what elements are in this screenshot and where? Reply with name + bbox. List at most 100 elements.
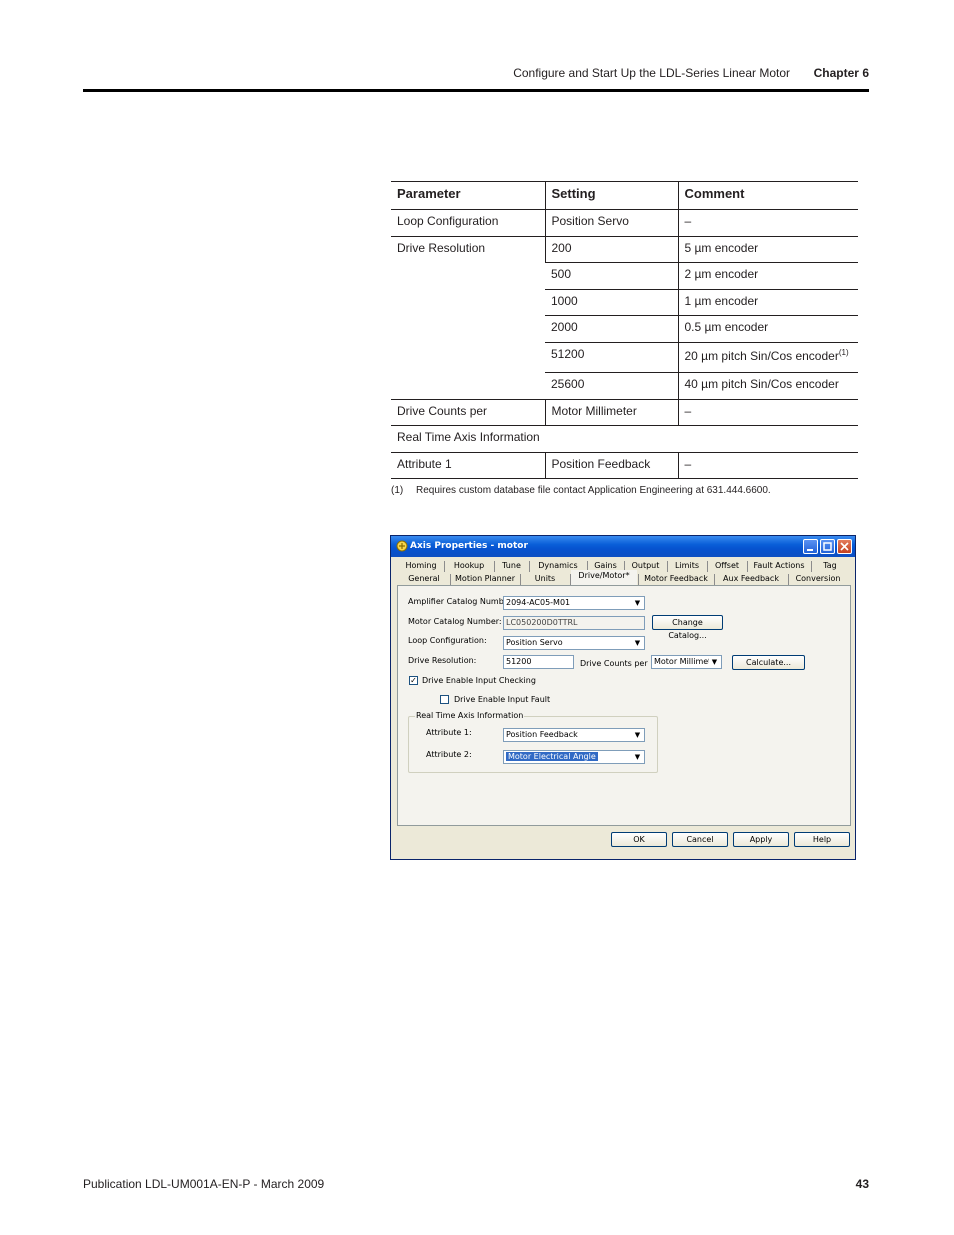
header-title: Configure and Start Up the LDL-Series Li… bbox=[513, 66, 790, 80]
axis-icon bbox=[396, 540, 408, 552]
close-icon bbox=[840, 542, 849, 551]
enable-checking-checkbox[interactable]: ✓ bbox=[409, 676, 418, 685]
table-row: Drive Resolution 200 5 µm encoder bbox=[391, 235, 858, 400]
table-cell: Position Servo bbox=[544, 209, 678, 237]
table-cell: Attribute 1 bbox=[391, 451, 545, 480]
maximize-icon bbox=[823, 542, 832, 551]
table-cell: 1 µm encoder bbox=[677, 288, 858, 316]
counts-label: Drive Counts per bbox=[580, 659, 648, 668]
table-row: Real Time Axis Information bbox=[391, 425, 858, 453]
table-cell: – bbox=[677, 451, 858, 480]
tab-limits[interactable]: Limits bbox=[668, 560, 706, 573]
tab-drive-motor[interactable]: Drive/Motor* bbox=[571, 570, 637, 586]
motor-value: LC050200D0TTRL bbox=[506, 618, 578, 627]
table-cell: 25600 bbox=[545, 371, 678, 400]
maximize-button[interactable] bbox=[820, 539, 835, 554]
table-header-cell: Parameter bbox=[391, 181, 545, 210]
dropdown-arrow-icon: ▼ bbox=[709, 657, 720, 667]
motor-catalog-field: LC050200D0TTRL bbox=[503, 616, 645, 630]
group-label: Real Time Axis Information bbox=[415, 711, 525, 720]
footnote-number: (1) bbox=[391, 485, 404, 496]
attribute2-label: Attribute 2: bbox=[426, 750, 472, 759]
table-cell: Drive Resolution bbox=[391, 235, 545, 400]
drive-counts-select[interactable]: Motor Millimeter ▼ bbox=[651, 655, 722, 669]
apply-button[interactable]: Apply bbox=[733, 832, 789, 847]
table-cell: 500 bbox=[545, 262, 678, 290]
check-icon: ✓ bbox=[410, 676, 417, 685]
table-cell: Position Feedback bbox=[544, 451, 678, 480]
tab-offset[interactable]: Offset bbox=[708, 560, 746, 573]
table-cell: 20 µm pitch Sin/Cos encoder(1) bbox=[677, 341, 858, 373]
dropdown-arrow-icon: ▼ bbox=[632, 752, 643, 762]
enable-fault-label: Drive Enable Input Fault bbox=[454, 695, 551, 704]
motor-label: Motor Catalog Number: bbox=[408, 617, 502, 626]
axis-properties-dialog: Axis Properties - motor Homing Hookup Tu… bbox=[390, 535, 856, 860]
minimize-button[interactable] bbox=[803, 539, 818, 554]
table-cell: Drive Counts per bbox=[391, 398, 545, 426]
footnote-text: Requires custom database file contact Ap… bbox=[416, 485, 771, 496]
table-header-cell: Comment bbox=[677, 181, 858, 210]
dropdown-arrow-icon: ▼ bbox=[632, 598, 643, 608]
tab-tag[interactable]: Tag bbox=[812, 560, 848, 573]
tab-hookup[interactable]: Hookup bbox=[445, 560, 493, 573]
table-cell: 2000 bbox=[545, 315, 678, 343]
table-section-cell: Real Time Axis Information bbox=[391, 425, 858, 453]
resolution-value: 51200 bbox=[506, 657, 532, 666]
dialog-title: Axis Properties - motor bbox=[410, 541, 528, 551]
enable-checking-label: Drive Enable Input Checking bbox=[422, 676, 536, 685]
ok-button[interactable]: OK bbox=[611, 832, 667, 847]
table-cell: 200 bbox=[544, 235, 678, 263]
table-cell: 40 µm pitch Sin/Cos encoder bbox=[677, 371, 858, 400]
drive-motor-panel: Amplifier Catalog Number: 2094-AC05-M01 … bbox=[397, 585, 851, 826]
table-row: Attribute 1 Position Feedback – bbox=[391, 451, 858, 480]
attribute1-label: Attribute 1: bbox=[426, 728, 472, 737]
tab-tune[interactable]: Tune bbox=[495, 560, 528, 573]
page-number: 43 bbox=[855, 1177, 869, 1191]
loop-configuration-select[interactable]: Position Servo ▼ bbox=[503, 636, 645, 650]
attribute1-value: Position Feedback bbox=[506, 730, 578, 739]
enable-fault-checkbox[interactable] bbox=[440, 695, 449, 704]
cancel-button[interactable]: Cancel bbox=[672, 832, 728, 847]
table-cell: 5 µm encoder bbox=[677, 235, 858, 263]
dropdown-arrow-icon: ▼ bbox=[632, 730, 643, 740]
close-button[interactable] bbox=[837, 539, 852, 554]
table-row: Loop Configuration Position Servo – bbox=[391, 209, 858, 237]
table-cell: 1000 bbox=[545, 288, 678, 316]
table-cell: – bbox=[677, 209, 858, 237]
table-cell: 0.5 µm encoder bbox=[677, 315, 858, 343]
tab-homing[interactable]: Homing bbox=[399, 560, 443, 573]
minimize-icon bbox=[807, 549, 813, 551]
table-cell: – bbox=[677, 398, 858, 426]
table-cell-text: 20 µm pitch Sin/Cos encoder bbox=[684, 348, 839, 363]
amplifier-label: Amplifier Catalog Number: bbox=[408, 597, 515, 606]
publication-info: Publication LDL-UM001A-EN-P - March 2009 bbox=[83, 1177, 325, 1191]
change-catalog-button[interactable]: Change Catalog... bbox=[652, 615, 723, 640]
amplifier-select[interactable]: 2094-AC05-M01 ▼ bbox=[503, 596, 645, 610]
resolution-label: Drive Resolution: bbox=[408, 656, 477, 665]
dialog-titlebar: Axis Properties - motor bbox=[391, 536, 855, 557]
table-cell: Loop Configuration bbox=[391, 209, 545, 237]
drive-resolution-input[interactable]: 51200 bbox=[503, 655, 574, 669]
header-chapter: Chapter 6 bbox=[813, 66, 869, 80]
attribute2-select[interactable]: Motor Electrical Angle ▼ bbox=[503, 750, 645, 764]
calculate-button[interactable]: Calculate... bbox=[732, 655, 805, 670]
table-cell: 51200 bbox=[545, 341, 678, 373]
tab-fault-actions[interactable]: Fault Actions bbox=[748, 560, 810, 573]
amplifier-value: 2094-AC05-M01 bbox=[506, 598, 571, 607]
table-footnote: (1) Requires custom database file contac… bbox=[391, 485, 771, 496]
table-row: Drive Counts per Motor Millimeter – bbox=[391, 398, 858, 426]
table-cell: Motor Millimeter bbox=[544, 398, 678, 426]
header-rule bbox=[83, 89, 869, 92]
attribute2-value: Motor Electrical Angle bbox=[506, 752, 598, 761]
help-button[interactable]: Help bbox=[794, 832, 850, 847]
loop-label: Loop Configuration: bbox=[408, 636, 487, 645]
table-header-cell: Setting bbox=[544, 181, 678, 210]
dropdown-arrow-icon: ▼ bbox=[632, 638, 643, 648]
attribute1-select[interactable]: Position Feedback ▼ bbox=[503, 728, 645, 742]
page-header: Configure and Start Up the LDL-Series Li… bbox=[83, 66, 869, 82]
loop-value: Position Servo bbox=[506, 638, 563, 647]
table-header-row: Parameter Setting Comment bbox=[391, 181, 858, 210]
footnote-ref: (1) bbox=[838, 347, 849, 357]
real-time-axis-group: Real Time Axis Information Attribute 1: … bbox=[408, 711, 658, 773]
parameter-table: Parameter Setting Comment Loop Configura… bbox=[391, 181, 858, 480]
